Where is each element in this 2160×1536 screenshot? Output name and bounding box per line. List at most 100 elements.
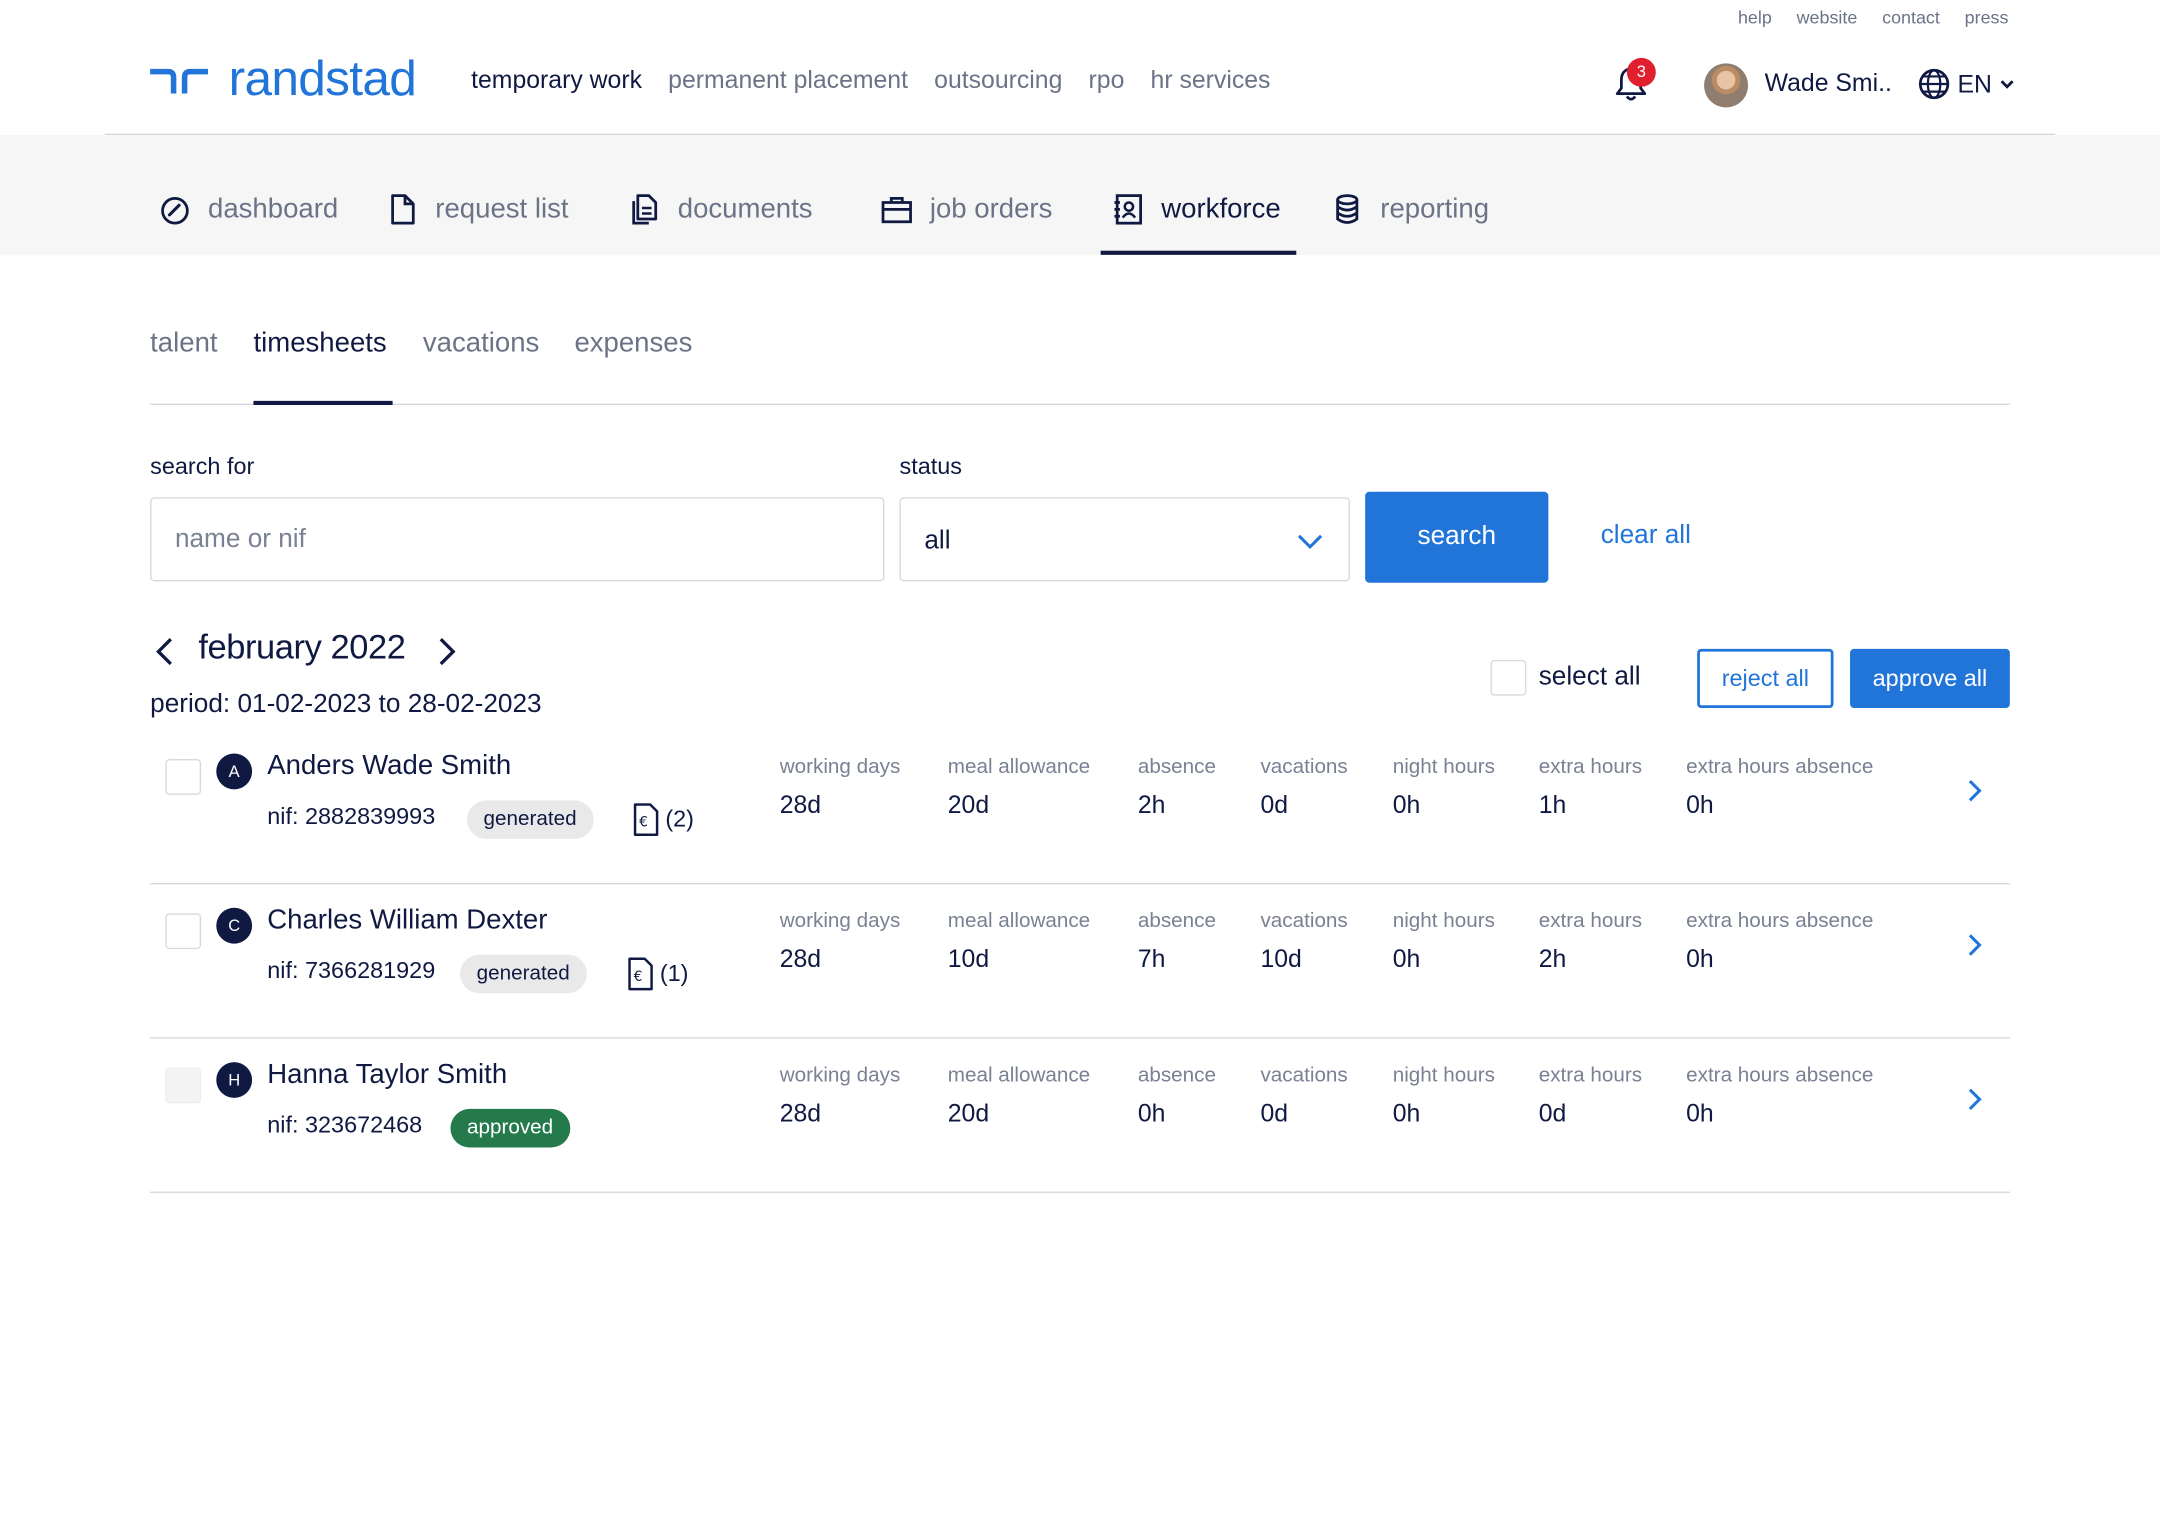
brand-logo[interactable]: randstad	[149, 49, 417, 108]
help-link[interactable]: help	[1738, 7, 1772, 28]
period-range: period: 01-02-2023 to 28-02-2023	[150, 690, 542, 720]
status-selected-value: all	[924, 526, 951, 556]
website-link[interactable]: website	[1797, 7, 1858, 28]
stat-value: 20d	[947, 1099, 990, 1127]
stat-value: 7h	[1137, 944, 1166, 973]
tabs-divider	[150, 403, 2010, 405]
select-all-checkbox[interactable]	[1490, 659, 1527, 696]
module-dashboard[interactable]: dashboard	[158, 193, 338, 226]
worker-nif: nif: 2882839993	[267, 803, 436, 830]
nav-outsourcing[interactable]: outsourcing	[934, 66, 1062, 95]
initial-avatar: H	[216, 1062, 253, 1098]
stat-label: night hours	[1392, 909, 1495, 933]
module-workforce[interactable]: workforce	[1112, 193, 1281, 226]
current-month: february 2022	[198, 628, 406, 667]
press-link[interactable]: press	[1965, 7, 2009, 28]
select-all-label[interactable]: select all	[1539, 663, 1641, 693]
worker-name[interactable]: Anders Wade Smith	[267, 751, 511, 783]
nav-permanent-placement[interactable]: permanent placement	[668, 66, 908, 95]
stat-value: 28d	[779, 944, 822, 973]
stat-value: 0d	[1260, 790, 1289, 819]
worker-name[interactable]: Charles William Dexter	[267, 905, 547, 937]
stat-label: absence	[1137, 1063, 1216, 1087]
stat-label: extra hours absence	[1686, 909, 1874, 933]
chevron-left-icon[interactable]	[152, 635, 180, 668]
table-row[interactable]: H Hanna Taylor Smith nif: 323672468 appr…	[150, 1039, 2010, 1193]
user-name[interactable]: Wade Smi..	[1765, 69, 1892, 98]
module-documents[interactable]: documents	[628, 193, 813, 226]
search-label: search for	[150, 453, 255, 480]
stat-value: 28d	[779, 790, 822, 819]
language-selector[interactable]: EN	[1918, 68, 2016, 101]
stat-value: 0h	[1392, 790, 1421, 819]
expense-documents[interactable]: € (1)	[627, 957, 688, 991]
stat-value: 10d	[947, 944, 990, 973]
search-input[interactable]	[150, 497, 885, 582]
brand-name: randstad	[228, 49, 417, 107]
clear-all-link[interactable]: clear all	[1601, 521, 1691, 551]
chevron-right-icon[interactable]	[1966, 931, 1985, 959]
stat-value: 20d	[947, 790, 990, 819]
module-label: dashboard	[208, 193, 339, 224]
globe-icon	[1918, 68, 1950, 100]
stat-label: absence	[1137, 909, 1216, 933]
chevron-right-icon[interactable]	[1966, 1086, 1985, 1114]
stat-value: 2h	[1538, 944, 1567, 973]
notification-count-badge: 3	[1626, 57, 1656, 87]
status-badge: generated	[466, 800, 594, 839]
stat-value: 0h	[1392, 944, 1421, 973]
row-checkbox	[165, 1067, 202, 1104]
module-label: reporting	[1380, 193, 1490, 224]
module-request-list[interactable]: request list	[386, 193, 569, 226]
stat-value: 0d	[1538, 1099, 1567, 1127]
stat-label: working days	[779, 754, 901, 779]
stat-value: 0h	[1686, 790, 1714, 819]
stat-label: extra hours	[1538, 754, 1643, 779]
dashboard-gauge-icon	[161, 196, 189, 225]
tab-timesheets[interactable]: timesheets	[253, 328, 386, 360]
stat-label: meal allowance	[947, 1063, 1091, 1087]
expense-documents[interactable]: € (2)	[632, 803, 694, 837]
tab-expenses[interactable]: expenses	[574, 328, 692, 360]
approve-all-button[interactable]: approve all	[1850, 648, 2010, 709]
initial-avatar: C	[216, 907, 253, 944]
nav-temporary-work[interactable]: temporary work	[471, 66, 642, 95]
stat-label: night hours	[1392, 1063, 1495, 1087]
module-label: workforce	[1161, 193, 1281, 224]
stat-label: vacations	[1260, 754, 1348, 779]
status-badge: generated	[460, 954, 587, 994]
row-divider	[150, 1191, 2010, 1193]
status-label: status	[899, 453, 963, 480]
reject-all-button[interactable]: reject all	[1697, 648, 1834, 709]
tab-talent[interactable]: talent	[150, 328, 217, 360]
stat-value: 0d	[1260, 1099, 1289, 1127]
file-icon	[391, 194, 415, 225]
tab-vacations[interactable]: vacations	[423, 328, 539, 360]
status-badge: approved	[450, 1108, 570, 1148]
status-select[interactable]: all	[899, 497, 1350, 582]
nav-rpo[interactable]: rpo	[1089, 66, 1125, 95]
stat-label: extra hours absence	[1686, 754, 1874, 779]
svg-text:€: €	[639, 815, 648, 831]
chevron-right-icon[interactable]	[1966, 777, 1985, 805]
contact-book-icon	[1114, 194, 1142, 225]
search-button[interactable]: search	[1365, 491, 1549, 583]
table-row[interactable]: A Anders Wade Smith nif: 2882839993 gene…	[150, 730, 2010, 885]
document-count: (2)	[665, 805, 694, 833]
row-checkbox[interactable]	[165, 913, 202, 950]
stat-label: meal allowance	[947, 754, 1091, 779]
stat-value: 2h	[1137, 790, 1166, 819]
worker-name[interactable]: Hanna Taylor Smith	[267, 1059, 507, 1091]
module-job-orders[interactable]: job orders	[880, 193, 1052, 226]
briefcase-icon	[881, 196, 912, 224]
stat-value: 0h	[1686, 944, 1714, 973]
chevron-right-icon[interactable]	[433, 635, 461, 668]
row-checkbox[interactable]	[165, 759, 202, 795]
avatar[interactable]	[1704, 63, 1749, 108]
nav-hr-services[interactable]: hr services	[1151, 66, 1271, 95]
module-label: job orders	[929, 193, 1053, 224]
contact-link[interactable]: contact	[1882, 7, 1940, 28]
module-reporting[interactable]: reporting	[1331, 193, 1489, 226]
stat-label: working days	[779, 1063, 901, 1087]
table-row[interactable]: C Charles William Dexter nif: 7366281929…	[150, 884, 2010, 1039]
